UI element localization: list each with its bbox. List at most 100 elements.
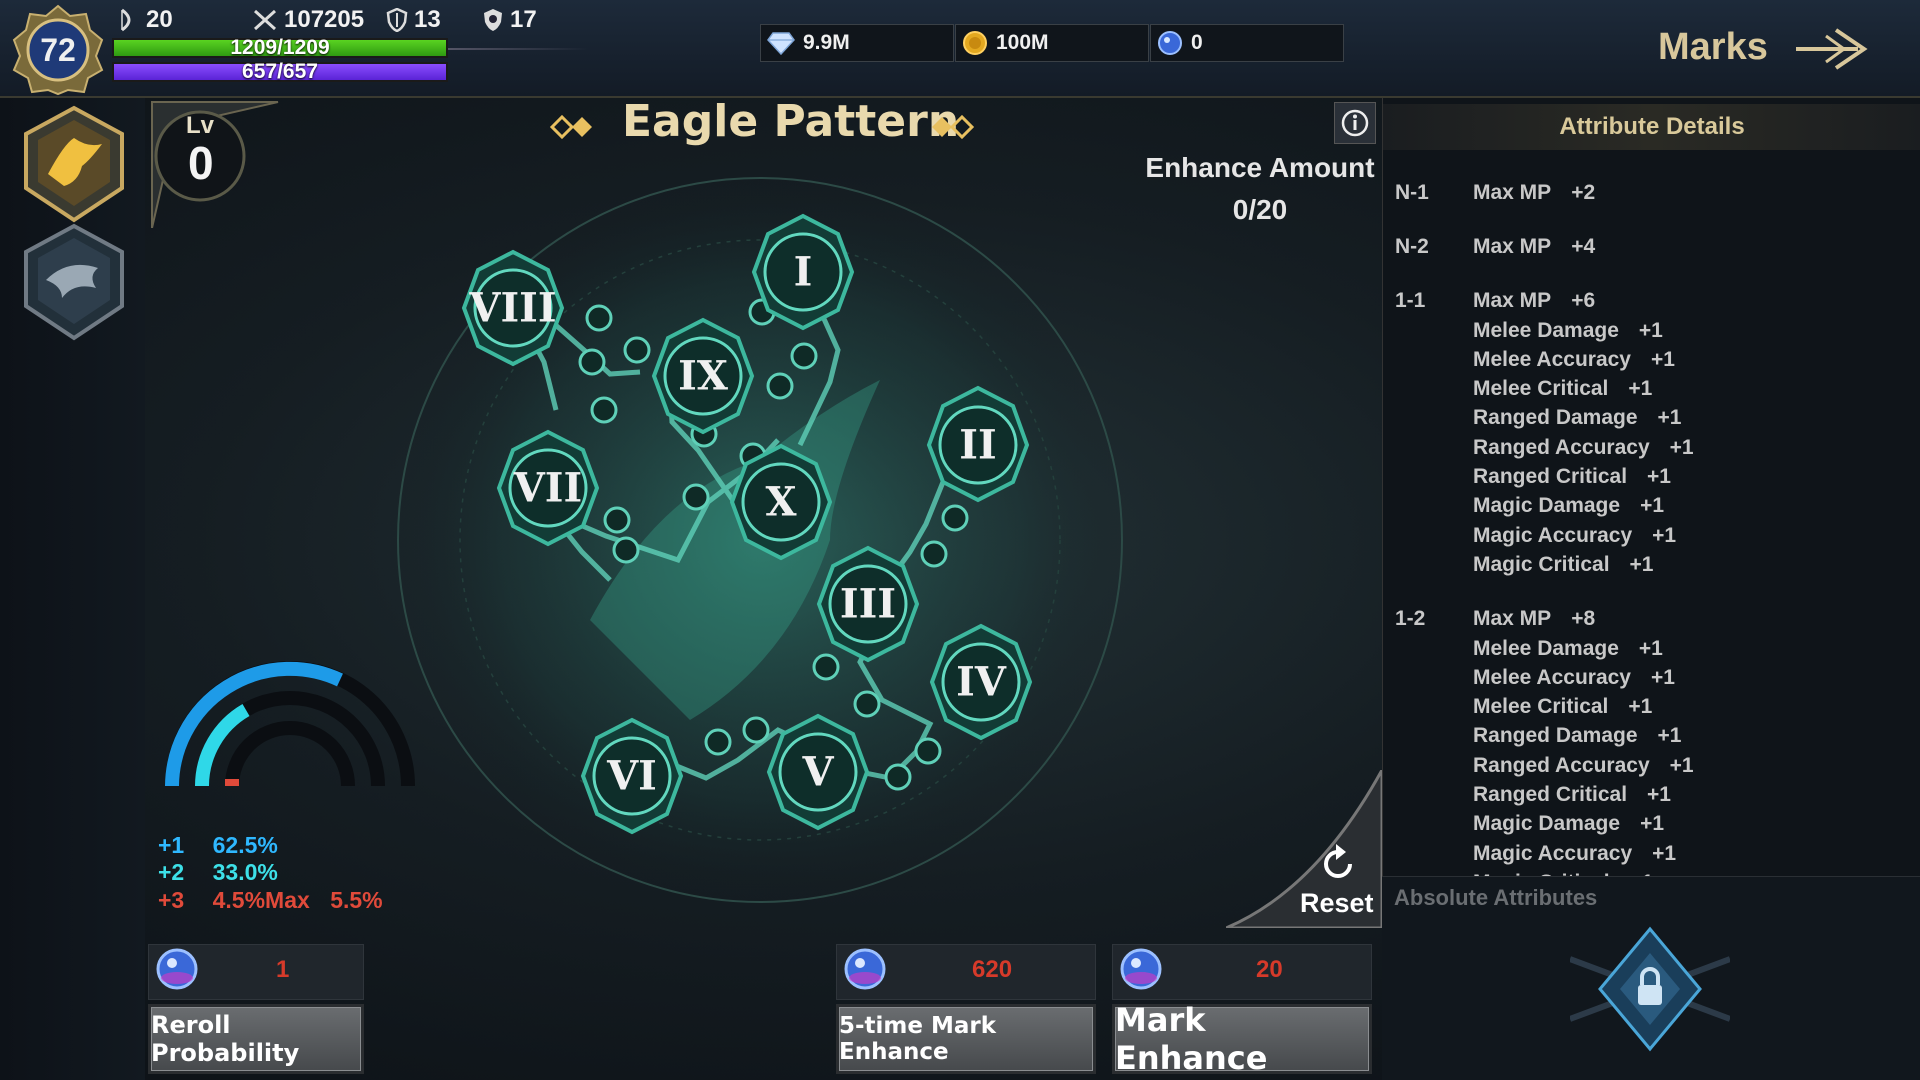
eagle-constellation: I II III IV V VI VII VIII IX X: [390, 170, 1130, 910]
exit-button[interactable]: [1792, 24, 1872, 74]
attribute-row: Melee Damage +1: [1395, 316, 1915, 345]
shark-emblem-icon: [24, 223, 124, 341]
info-button[interactable]: [1334, 102, 1376, 144]
attribute-row: Melee Critical +1: [1395, 692, 1915, 721]
mark-node-6[interactable]: VI: [580, 717, 684, 835]
attribute-group: 1-1 Max MP +6 Melee Damage +1 Melee Accuracy +…: [1395, 287, 1915, 580]
attribute-list[interactable]: N-1 Max MP +2 N-2 Max MP +4 1-1 Max MP +6 Melee D…: [1395, 178, 1915, 968]
eagle-mark-tab[interactable]: [18, 104, 130, 224]
currency-diamond[interactable]: 9.9M: [760, 24, 954, 62]
attribute-name: Magic Accuracy: [1473, 841, 1633, 865]
pattern-title: Eagle Pattern: [622, 96, 960, 147]
mark-selector: [0, 98, 145, 1080]
node-label-9: IX: [678, 353, 728, 400]
attribute-row: Ranged Accuracy +1: [1395, 433, 1915, 462]
currency-gold[interactable]: 100M: [955, 24, 1149, 62]
mark-node-5[interactable]: V: [766, 713, 870, 831]
mark-node-8[interactable]: VIII: [461, 249, 565, 367]
attribute-row: Melee Damage +1: [1395, 634, 1915, 663]
page-title: Marks: [1658, 26, 1768, 68]
attribute-name: Melee Critical: [1473, 695, 1609, 719]
attribute-name: Ranged Critical: [1473, 782, 1628, 806]
attribute-value: +1: [1657, 724, 1682, 748]
shark-mark-tab[interactable]: [18, 222, 130, 342]
mark-node-2[interactable]: II: [926, 385, 1030, 503]
attribute-details-header: Attribute Details: [1383, 104, 1920, 150]
attribute-value: +1: [1629, 552, 1654, 576]
five-time-enhance-button[interactable]: 5-time Mark Enhance: [836, 1004, 1096, 1074]
attribute-row: 1-2 Max MP +8: [1395, 605, 1915, 634]
currency-orb[interactable]: 0: [1150, 24, 1344, 62]
enhance-amount-value: 0/20: [1232, 194, 1288, 225]
mark-node-3[interactable]: III: [816, 545, 920, 663]
locked-absolute-icon[interactable]: [1570, 919, 1730, 1059]
attribute-value: +1: [1652, 841, 1677, 865]
prob-tier-2: +2: [158, 859, 185, 885]
attribute-group: N-2 Max MP +4: [1395, 232, 1915, 261]
attribute-row: Melee Critical +1: [1395, 374, 1915, 403]
prob-tier-1: +1: [158, 832, 185, 858]
attribute-value: +1: [1638, 318, 1663, 342]
stat-a: 20: [118, 6, 173, 34]
attribute-row: Magic Damage +1: [1395, 810, 1915, 839]
node-label-8: VIII: [468, 285, 556, 332]
attribute-value: +1: [1650, 347, 1675, 371]
stat-b-value: 13: [414, 6, 441, 33]
attribute-value: +2: [1571, 180, 1596, 204]
attribute-row: Ranged Accuracy +1: [1395, 751, 1915, 780]
attribute-code: 1-1: [1395, 289, 1426, 313]
attribute-row: N-2 Max MP +4: [1395, 232, 1915, 261]
attribute-value: +1: [1640, 812, 1665, 836]
attribute-row: Melee Accuracy +1: [1395, 663, 1915, 692]
mark-node-9[interactable]: IX: [651, 317, 755, 435]
attribute-name: Ranged Accuracy: [1473, 753, 1650, 777]
mark-node-4[interactable]: IV: [929, 623, 1033, 741]
prob-value-1: 62.5%: [212, 832, 278, 858]
attribute-value: +1: [1628, 695, 1653, 719]
gold-coin-icon: [963, 31, 987, 55]
attribute-value: +1: [1647, 782, 1671, 806]
attribute-name: Ranged Accuracy: [1473, 435, 1650, 459]
player-level: 72: [40, 31, 76, 68]
attribute-name: Melee Accuracy: [1473, 665, 1631, 689]
pattern-level: Lv 0: [152, 108, 248, 204]
arrow-right-icon: [1796, 28, 1868, 70]
enhance-orb-icon: [1120, 948, 1162, 990]
orb-value: 0: [1191, 31, 1203, 54]
reroll-probability-button[interactable]: Reroll Probability: [148, 1004, 364, 1074]
bar-divider: [448, 48, 588, 50]
prob-value-3: 4.5%Max: [212, 887, 310, 913]
mark-node-1[interactable]: I: [751, 213, 855, 331]
reset-button[interactable]: [1316, 842, 1360, 886]
defense-value: 17: [510, 6, 537, 33]
eagle-emblem-icon: [24, 105, 124, 223]
title-ornament-right-icon: [932, 114, 975, 140]
attribute-name: Magic Damage: [1473, 812, 1621, 836]
five-time-cost-value: 620: [972, 956, 1013, 983]
attack-stat: 107205: [252, 6, 364, 34]
attribute-code: N-2: [1395, 234, 1429, 258]
hp-text: 1209/1209: [230, 36, 330, 59]
attribute-code: N-1: [1395, 180, 1429, 204]
attribute-name: Magic Damage: [1473, 494, 1621, 518]
attribute-name: Melee Damage: [1473, 636, 1619, 660]
top-bar: 72 20 107205 13 17 1209/1209 657/657 9.9…: [0, 0, 1920, 98]
absolute-attributes-panel: Absolute Attributes: [1382, 876, 1920, 1080]
reset-label[interactable]: Reset: [1300, 888, 1374, 919]
player-level-badge[interactable]: 72: [12, 4, 104, 96]
prob-tier-3: +3: [158, 887, 185, 913]
attribute-code: 1-2: [1395, 607, 1426, 631]
attribute-name: Ranged Damage: [1473, 724, 1638, 748]
attribute-value: +1: [1638, 636, 1663, 660]
gauge-track-inner: [225, 721, 355, 787]
bow-icon: [121, 8, 131, 32]
attribute-name: Melee Critical: [1473, 377, 1609, 401]
mark-enhance-button[interactable]: Mark Enhance: [1112, 1001, 1372, 1077]
mark-node-10[interactable]: X: [729, 443, 833, 561]
attribute-value: +1: [1657, 406, 1682, 430]
mark-node-7[interactable]: VII: [496, 429, 600, 547]
shield-icon: [386, 8, 408, 32]
node-label-3: III: [840, 581, 896, 628]
attribute-row: Magic Damage +1: [1395, 492, 1915, 521]
attribute-row: Magic Critical +1: [1395, 550, 1915, 579]
